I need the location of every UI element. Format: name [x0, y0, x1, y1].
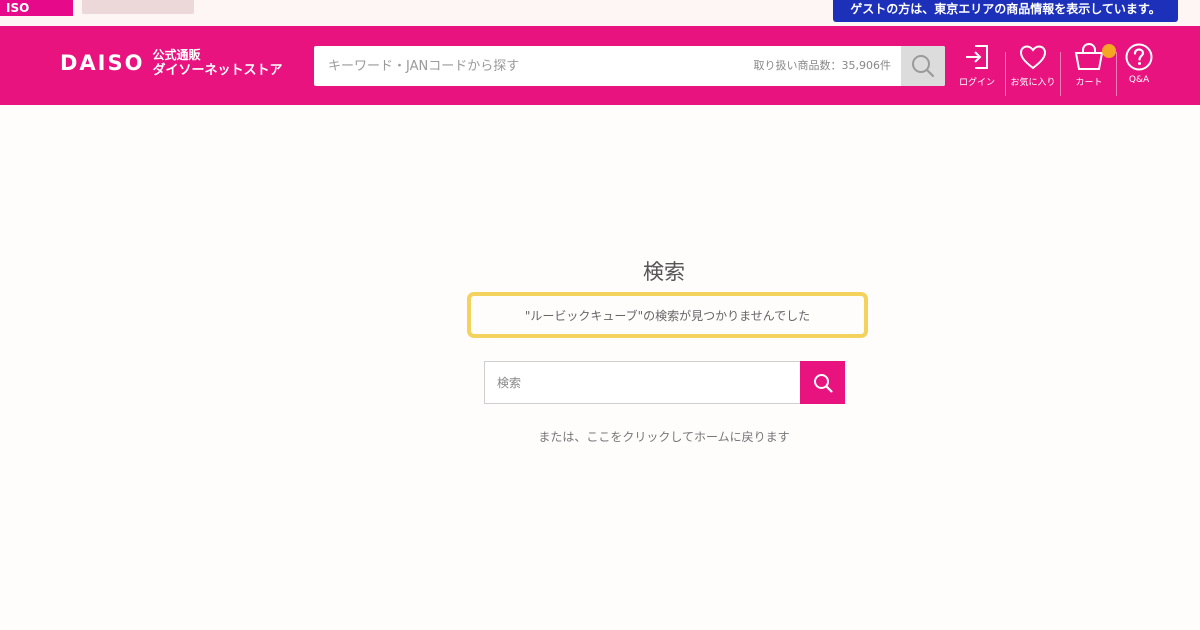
qa-button[interactable]: Q&A — [1112, 40, 1166, 100]
main-search-button[interactable] — [800, 361, 845, 404]
guest-area-banner: ゲストの方は、東京エリアの商品情報を表示しています。 — [833, 0, 1178, 22]
favorites-label: お気に入り — [1010, 78, 1056, 88]
header-search-bar: 取り扱い商品数：35,906件 — [314, 46, 945, 86]
back-to-home-link[interactable]: または、ここをクリックしてホームに戻ります — [0, 428, 1200, 445]
logo-subtitle-line1: 公式通販 — [152, 48, 201, 62]
logo-subtitle: 公式通販 ダイソーネットストア — [152, 48, 282, 78]
top-left-tab[interactable]: ISO — [0, 0, 73, 16]
top-left-tab-label: ISO — [6, 1, 30, 15]
site-header: DAISO 公式通販 ダイソーネットストア 取り扱い商品数：35,906件 ログ… — [0, 26, 1200, 105]
login-label: ログイン — [958, 78, 995, 88]
page-title: 検索 — [643, 260, 685, 284]
top-secondary-tab[interactable] — [82, 0, 194, 14]
question-icon — [1125, 43, 1153, 71]
top-strip: ISO ゲストの方は、東京エリアの商品情報を表示しています。 — [0, 0, 1200, 26]
header-search-button[interactable] — [901, 46, 945, 86]
cart-icon — [1074, 42, 1104, 70]
no-results-message: "ルービックキューブ"の検索が見つかりませんでした — [467, 292, 868, 338]
main-search-input[interactable] — [484, 361, 800, 404]
login-icon — [966, 45, 988, 69]
heart-icon — [1019, 45, 1047, 70]
cart-label: カート — [1075, 78, 1103, 88]
logo-wordmark: DAISO — [60, 51, 145, 75]
favorites-button[interactable]: お気に入り — [1006, 40, 1060, 100]
search-icon — [813, 373, 833, 393]
no-results-text: "ルービックキューブ"の検索が見つかりませんでした — [524, 308, 811, 323]
qa-label: Q&A — [1128, 75, 1150, 85]
search-icon — [912, 55, 935, 78]
main-search-form — [484, 361, 845, 404]
header-divider — [1060, 52, 1061, 96]
login-button[interactable]: ログイン — [950, 40, 1004, 100]
logo-subtitle-line2: ダイソーネットストア — [152, 63, 283, 78]
product-count: 取り扱い商品数：35,906件 — [753, 59, 892, 72]
daiso-logo[interactable]: DAISO 公式通販 ダイソーネットストア — [60, 48, 283, 78]
